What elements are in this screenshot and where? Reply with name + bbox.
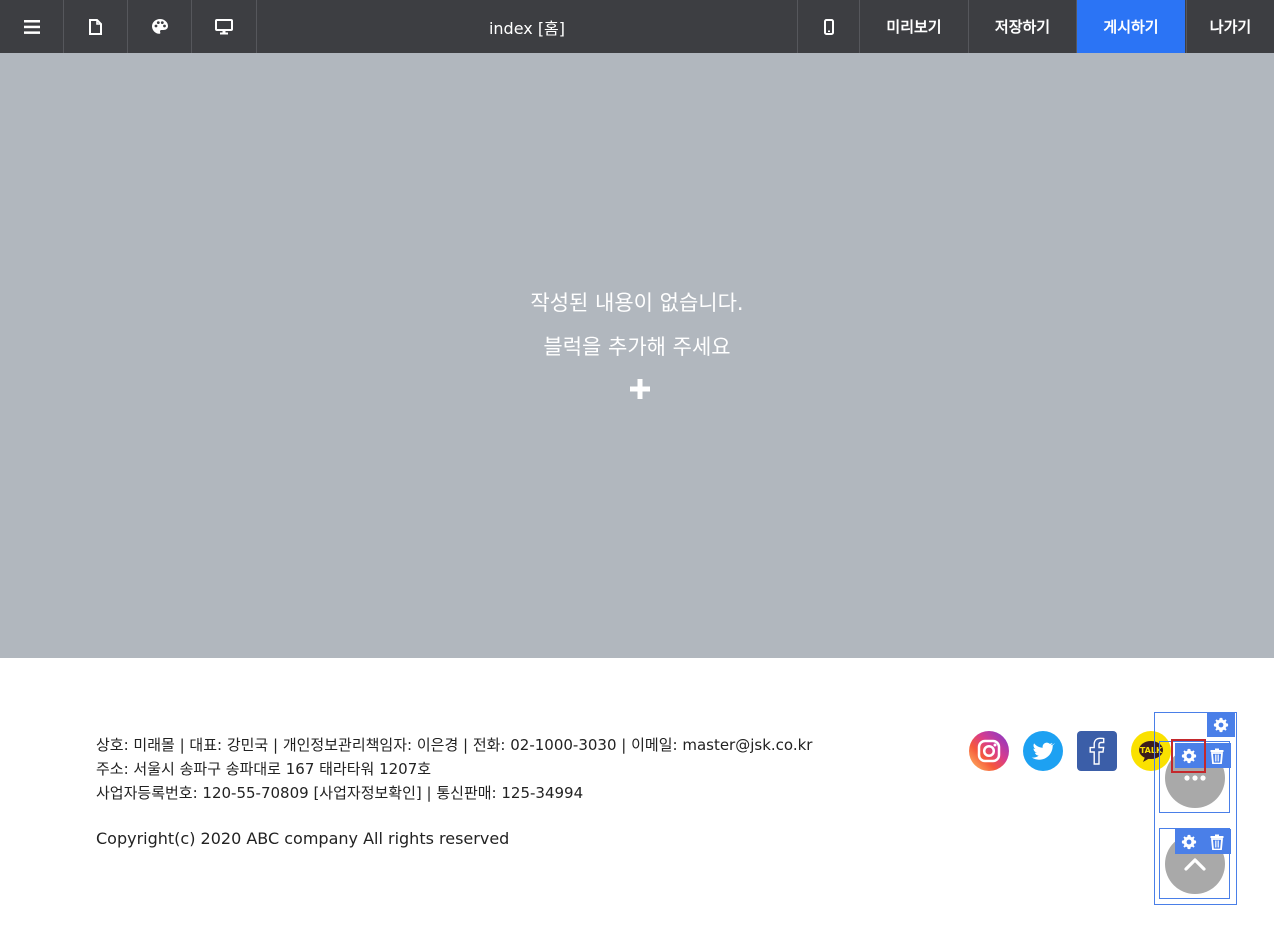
twitter-link[interactable] xyxy=(1023,731,1063,771)
hamburger-icon xyxy=(23,19,40,34)
desktop-icon xyxy=(215,18,233,34)
palette-icon xyxy=(151,19,168,34)
plus-icon xyxy=(630,379,650,399)
more-dots-icon xyxy=(1184,775,1206,781)
save-label: 저장하기 xyxy=(994,18,1051,36)
instagram-link[interactable] xyxy=(969,731,1009,771)
empty-message-line1: 작성된 내용이 없습니다. xyxy=(530,291,744,315)
twitter-icon xyxy=(1031,742,1055,760)
footer-address: 주소: 서울시 송파구 송파대로 167 태라타워 1207호 xyxy=(96,760,432,778)
desktop-view-button[interactable] xyxy=(192,0,257,53)
footer-company-info: 상호: 미래몰 | 대표: 강민국 | 개인정보관리책임자: 이은경 | 전화:… xyxy=(96,736,813,754)
footer-business-number: 사업자등록번호: 120-55-70809 [사업자정보확인] | 통신판매: … xyxy=(96,784,584,802)
footer-copyright: Copyright(c) 2020 ABC company All rights… xyxy=(96,829,510,848)
instagram-icon xyxy=(977,739,1001,763)
editor-toolbar: index [홈] 미리보기 저장하기 게시하기 나가기 xyxy=(0,0,1274,53)
save-button[interactable]: 저장하기 xyxy=(969,0,1077,53)
page-button[interactable] xyxy=(64,0,128,53)
exit-label: 나가기 xyxy=(1209,18,1252,36)
publish-label: 게시하기 xyxy=(1103,18,1159,36)
exit-button[interactable]: 나가기 xyxy=(1186,0,1274,53)
trash-icon xyxy=(1210,834,1224,850)
add-block-button[interactable] xyxy=(626,375,654,403)
chevron-up-icon xyxy=(1184,858,1206,871)
mobile-icon xyxy=(823,18,834,35)
preview-button[interactable]: 미리보기 xyxy=(860,0,969,53)
gear-icon xyxy=(1181,834,1197,849)
selection-highlight xyxy=(1171,739,1206,773)
gear-icon xyxy=(1213,717,1229,732)
facebook-link[interactable] xyxy=(1077,731,1117,771)
facebook-icon xyxy=(1089,737,1105,765)
page-icon xyxy=(89,18,102,35)
scroll-top-settings-button[interactable] xyxy=(1175,829,1203,854)
publish-button[interactable]: 게시하기 xyxy=(1077,0,1185,53)
editor-canvas: 작성된 내용이 없습니다. 블럭을 추가해 주세요 xyxy=(0,53,1274,658)
empty-message-line2: 블럭을 추가해 주세요 xyxy=(543,335,731,359)
menu-button[interactable] xyxy=(0,0,64,53)
scroll-top-delete-button[interactable] xyxy=(1203,829,1231,854)
design-button[interactable] xyxy=(128,0,192,53)
floating-container-settings-button[interactable] xyxy=(1207,712,1235,737)
more-widget-delete-button[interactable] xyxy=(1203,743,1231,768)
page-title: index [홈] xyxy=(488,18,566,38)
trash-icon xyxy=(1210,748,1224,764)
preview-label: 미리보기 xyxy=(886,18,942,36)
mobile-view-button[interactable] xyxy=(797,0,860,53)
